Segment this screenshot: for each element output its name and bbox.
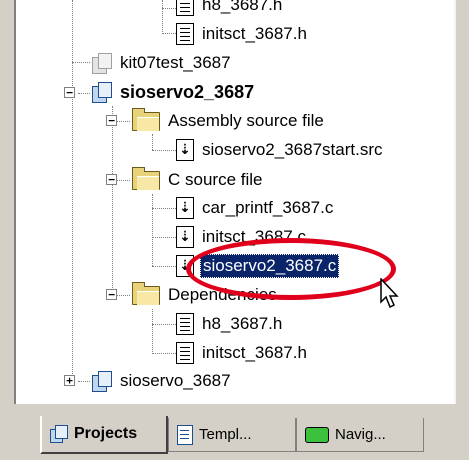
tree-line bbox=[116, 121, 130, 122]
collapse-icon[interactable]: − bbox=[64, 87, 75, 98]
collapse-icon[interactable]: − bbox=[106, 289, 117, 300]
tree-line bbox=[116, 180, 130, 181]
tree-line bbox=[152, 134, 153, 150]
tree-item-label: h8_3687.h bbox=[202, 314, 283, 333]
project-icon bbox=[92, 371, 112, 392]
tree-line bbox=[152, 237, 176, 238]
workspace-tab-bar: Projects Templ... Navig... bbox=[14, 404, 452, 460]
folder-icon bbox=[132, 107, 160, 131]
tree-line bbox=[112, 106, 113, 296]
source-file-icon: ⇣ bbox=[176, 139, 194, 161]
tree-item-label: h8_3687.h bbox=[202, 0, 283, 14]
tree-line bbox=[152, 208, 176, 209]
header-file-icon bbox=[176, 313, 194, 335]
tree-line bbox=[78, 93, 90, 94]
tree-line bbox=[152, 309, 153, 354]
tree-item-label: Assembly source file bbox=[168, 111, 324, 130]
project-tree[interactable]: − − − − + h8_3687.h initsct_3687.h kit07… bbox=[14, 0, 456, 404]
tree-line bbox=[152, 194, 153, 266]
expand-icon[interactable]: + bbox=[64, 375, 75, 386]
header-file-icon bbox=[176, 0, 194, 16]
tree-line bbox=[152, 353, 176, 354]
source-file-icon: ⇣ bbox=[176, 226, 194, 248]
tree-line bbox=[72, 0, 73, 382]
tree-item-label: initsct_3687.h bbox=[202, 343, 307, 362]
tree-item-label: sioservo2_3687start.src bbox=[202, 140, 383, 159]
tree-line bbox=[162, 0, 163, 34]
workspace-window: − − − − + h8_3687.h initsct_3687.h kit07… bbox=[0, 0, 469, 460]
header-file-icon bbox=[176, 342, 194, 364]
tree-line bbox=[162, 33, 176, 34]
tab-projects[interactable]: Projects bbox=[40, 416, 168, 454]
mouse-cursor-icon bbox=[380, 278, 399, 309]
tree-item[interactable]: h8_3687.h bbox=[176, 0, 284, 18]
tree-line bbox=[152, 150, 176, 151]
tree-line bbox=[78, 381, 90, 382]
tab-label: Projects bbox=[74, 425, 138, 442]
tree-item-folder[interactable]: C source file bbox=[132, 166, 264, 193]
templates-tab-icon bbox=[177, 424, 193, 445]
tree-item-label: kit07test_3687 bbox=[120, 53, 231, 72]
tree-item-folder[interactable]: Assembly source file bbox=[132, 107, 326, 134]
tab-navigation[interactable]: Navig... bbox=[296, 418, 424, 452]
tree-item-label: initsct_3687.h bbox=[202, 24, 307, 43]
tab-label: Navig... bbox=[335, 426, 386, 443]
tree-item-label: car_printf_3687.c bbox=[202, 198, 334, 217]
tree-item-project[interactable]: sioservo2_3687 bbox=[92, 79, 256, 105]
tree-item-label: sioservo2_3687 bbox=[120, 82, 255, 102]
tree-item[interactable]: initsct_3687.h bbox=[176, 340, 309, 366]
tree-line bbox=[152, 324, 176, 325]
tree-item-project[interactable]: kit07test_3687 bbox=[92, 50, 233, 76]
tree-item[interactable]: ⇣ sioservo2_3687start.src bbox=[176, 137, 384, 163]
source-file-icon: ⇣ bbox=[176, 197, 194, 219]
collapse-icon[interactable]: − bbox=[106, 115, 117, 126]
tree-line bbox=[162, 8, 176, 9]
header-file-icon bbox=[176, 23, 194, 45]
tab-templates[interactable]: Templ... bbox=[168, 418, 296, 452]
collapse-icon[interactable]: − bbox=[106, 174, 117, 185]
project-icon bbox=[92, 82, 112, 103]
navigation-tab-icon bbox=[305, 426, 329, 443]
tree-item-project[interactable]: sioservo_3687 bbox=[92, 368, 233, 394]
project-icon bbox=[92, 53, 112, 74]
folder-icon bbox=[132, 281, 160, 305]
projects-tab-icon bbox=[50, 425, 68, 443]
tree-item[interactable]: initsct_3687.h bbox=[176, 21, 309, 47]
folder-icon bbox=[132, 166, 160, 190]
tree-item-label: sioservo_3687 bbox=[120, 371, 231, 390]
tree-item-label: C source file bbox=[168, 170, 263, 189]
tree-line bbox=[116, 295, 130, 296]
tree-item[interactable]: ⇣ car_printf_3687.c bbox=[176, 195, 335, 221]
highlight-ring bbox=[186, 238, 396, 300]
tree-item[interactable]: h8_3687.h bbox=[176, 311, 284, 337]
tree-line bbox=[152, 266, 176, 267]
tab-label: Templ... bbox=[199, 426, 252, 443]
tree-line bbox=[72, 62, 90, 63]
